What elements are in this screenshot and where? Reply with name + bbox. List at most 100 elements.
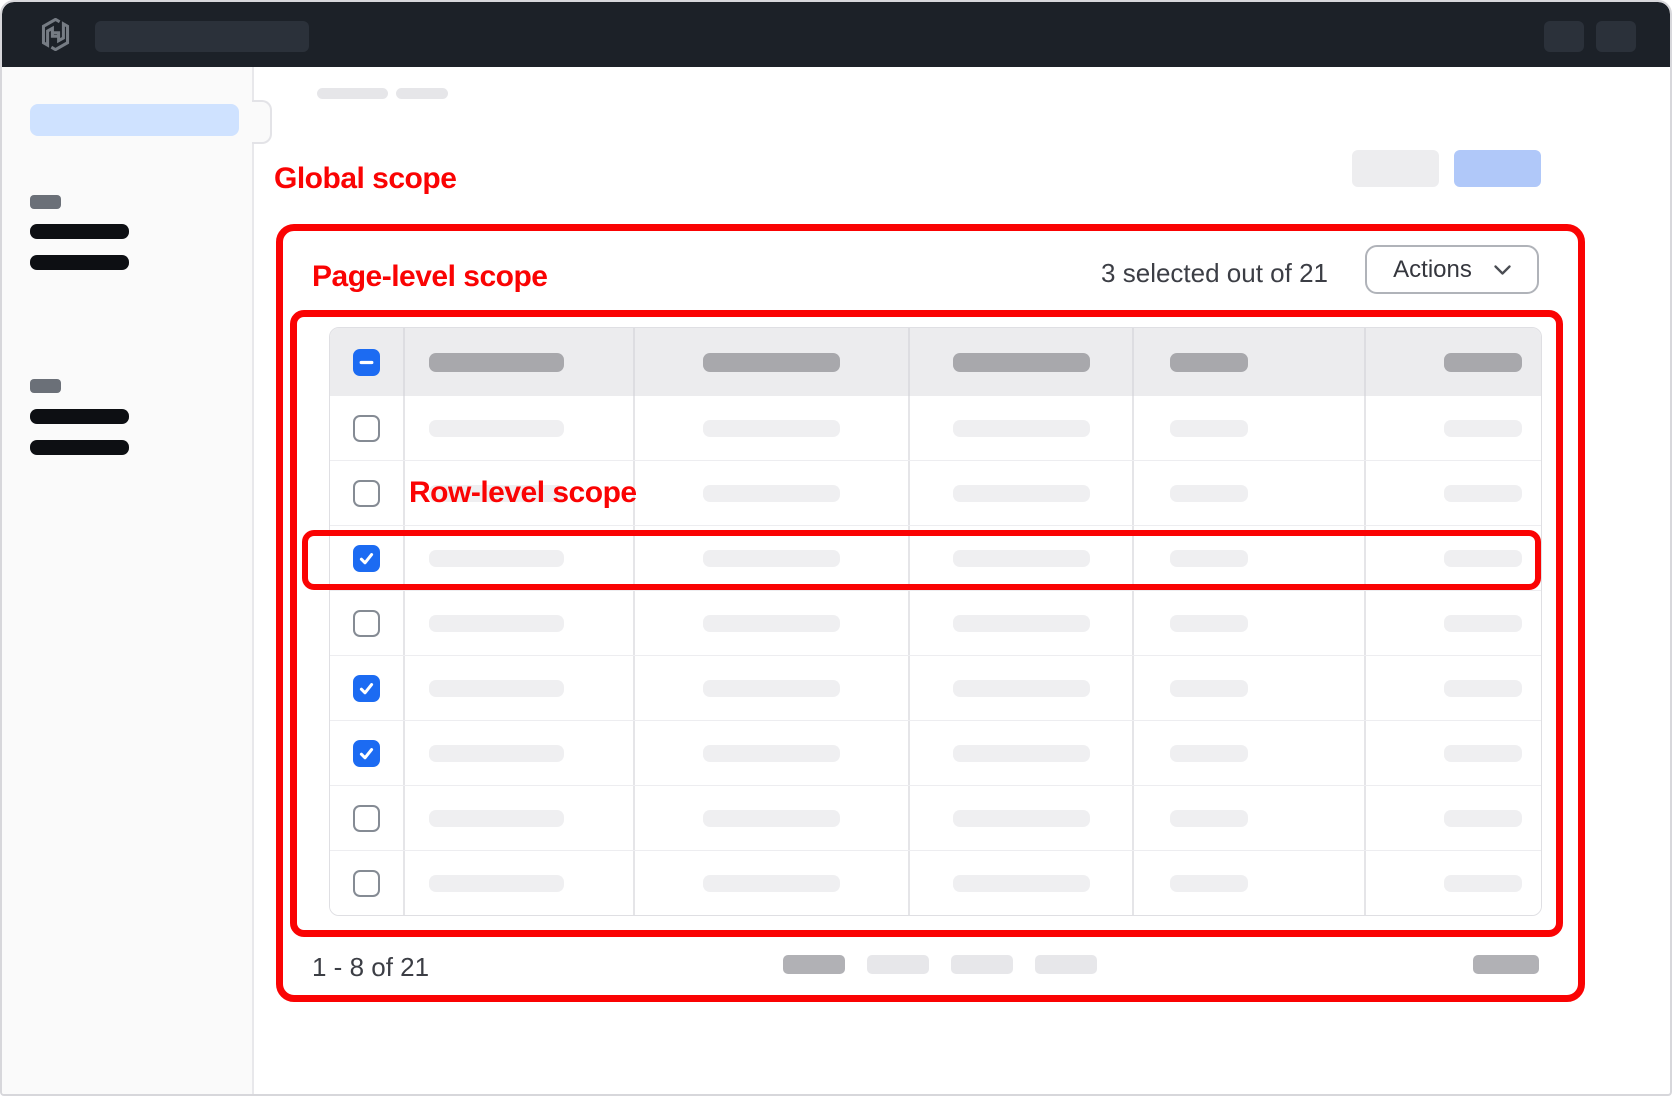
primary-button-placeholder[interactable] <box>1454 150 1541 187</box>
cell-placeholder <box>1170 485 1248 502</box>
pagination-page-pill[interactable] <box>1035 955 1097 974</box>
table-row <box>330 590 1541 655</box>
cell-placeholder <box>1444 615 1522 632</box>
row-checkbox[interactable] <box>353 740 380 767</box>
cell-placeholder <box>1444 810 1522 827</box>
pagination-next-placeholder[interactable] <box>1473 955 1539 974</box>
cell-placeholder <box>1170 745 1248 762</box>
pagination-page-pill[interactable] <box>951 955 1013 974</box>
table-row <box>330 850 1541 915</box>
sidebar-item[interactable] <box>30 224 129 239</box>
cell-placeholder <box>1170 550 1248 567</box>
cell-placeholder <box>953 680 1090 697</box>
checkmark-icon <box>358 745 375 762</box>
checkmark-icon <box>358 680 375 697</box>
cell-placeholder <box>703 420 840 437</box>
hashicorp-logo-icon <box>39 18 72 51</box>
nav-button-placeholder[interactable] <box>1596 21 1636 52</box>
checkmark-icon <box>358 550 375 567</box>
cell-placeholder <box>1170 420 1248 437</box>
cell-placeholder <box>429 810 564 827</box>
cell-placeholder <box>1170 680 1248 697</box>
cell-placeholder <box>1170 875 1248 892</box>
pagination-page-pill[interactable] <box>867 955 929 974</box>
sidebar-section-label <box>30 195 61 209</box>
table-row <box>330 655 1541 720</box>
cell-placeholder <box>429 875 564 892</box>
breadcrumb-item[interactable] <box>317 88 388 99</box>
row-scope-label: Row-level scope <box>409 476 637 510</box>
cell-placeholder <box>703 810 840 827</box>
row-checkbox[interactable] <box>353 480 380 507</box>
sidebar-item[interactable] <box>30 440 129 455</box>
actions-button-label: Actions <box>1393 256 1472 284</box>
pagination-summary: 1 - 8 of 21 <box>312 952 429 983</box>
table-row <box>330 720 1541 785</box>
cell-placeholder <box>953 420 1090 437</box>
cell-placeholder <box>1170 810 1248 827</box>
cell-placeholder <box>1444 680 1522 697</box>
row-checkbox[interactable] <box>353 675 380 702</box>
app-window: Global scope Page-level scope 3 selected… <box>0 0 1672 1096</box>
actions-dropdown-button[interactable]: Actions <box>1365 245 1539 294</box>
cell-placeholder <box>703 550 840 567</box>
table-row <box>330 525 1541 590</box>
cell-placeholder <box>1444 745 1522 762</box>
sidebar-item[interactable] <box>30 255 129 270</box>
cell-placeholder <box>1444 420 1522 437</box>
cell-placeholder <box>953 615 1090 632</box>
cell-placeholder <box>703 615 840 632</box>
row-checkbox[interactable] <box>353 610 380 637</box>
cell-placeholder <box>429 615 564 632</box>
cell-placeholder <box>703 485 840 502</box>
table-row <box>330 785 1541 850</box>
cell-placeholder <box>1444 550 1522 567</box>
search-input-placeholder[interactable] <box>95 21 309 52</box>
cell-placeholder <box>703 875 840 892</box>
row-checkbox[interactable] <box>353 805 380 832</box>
cell-placeholder <box>1444 875 1522 892</box>
table-body <box>330 396 1541 915</box>
cell-placeholder <box>953 745 1090 762</box>
cell-placeholder <box>953 485 1090 502</box>
indeterminate-minus-icon <box>358 354 375 371</box>
sidebar <box>2 67 254 1096</box>
selection-summary: 3 selected out of 21 <box>1101 258 1328 289</box>
column-header-placeholder <box>703 353 840 372</box>
breadcrumb-item[interactable] <box>396 88 448 99</box>
cell-placeholder <box>953 810 1090 827</box>
column-header-placeholder <box>1170 353 1248 372</box>
cell-placeholder <box>953 550 1090 567</box>
cell-placeholder <box>429 745 564 762</box>
sidebar-active-item[interactable] <box>30 104 239 136</box>
cell-placeholder <box>429 680 564 697</box>
cell-placeholder <box>703 680 840 697</box>
pagination-pages <box>783 955 1097 974</box>
column-header-placeholder <box>953 353 1090 372</box>
sidebar-section-label <box>30 379 61 393</box>
chevron-down-icon <box>1494 265 1511 275</box>
column-header-placeholder <box>429 353 564 372</box>
sidebar-collapse-tab[interactable] <box>252 100 272 144</box>
cell-placeholder <box>953 875 1090 892</box>
top-navbar <box>2 2 1670 67</box>
nav-button-placeholder[interactable] <box>1544 21 1584 52</box>
cell-placeholder <box>1170 615 1248 632</box>
cell-placeholder <box>429 550 564 567</box>
data-table <box>329 327 1542 916</box>
column-header-placeholder <box>1444 353 1522 372</box>
sidebar-item[interactable] <box>30 409 129 424</box>
row-checkbox[interactable] <box>353 870 380 897</box>
cell-placeholder <box>703 745 840 762</box>
pagination-page-pill[interactable] <box>783 955 845 974</box>
select-all-checkbox[interactable] <box>353 349 380 376</box>
global-scope-label: Global scope <box>274 162 456 196</box>
row-checkbox[interactable] <box>353 545 380 572</box>
cell-placeholder <box>1444 485 1522 502</box>
cell-placeholder <box>429 420 564 437</box>
row-checkbox[interactable] <box>353 415 380 442</box>
table-header-row <box>330 328 1541 396</box>
secondary-button-placeholder[interactable] <box>1352 150 1439 187</box>
table-row <box>330 396 1541 460</box>
page-scope-label: Page-level scope <box>312 260 547 294</box>
